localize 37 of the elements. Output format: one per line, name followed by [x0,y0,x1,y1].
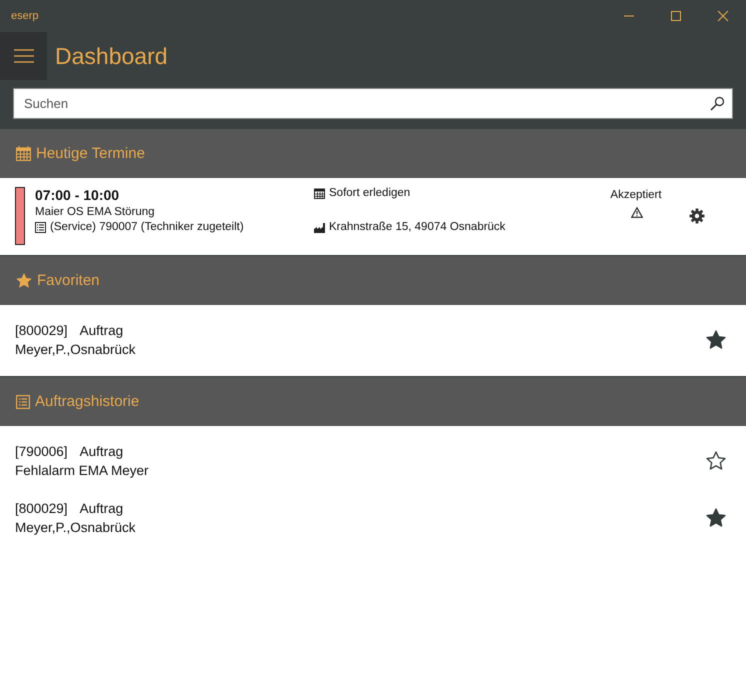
section-title: Heutige Termine [36,145,145,162]
maximize-icon [670,10,682,22]
search-field[interactable]: Suchen [13,88,733,119]
section-title: Auftragshistorie [35,393,140,410]
menu-button[interactable] [0,32,47,80]
calendar-icon [314,188,325,198]
order-name: Meyer,P.,Osnabrück [15,520,136,534]
star-icon [16,273,32,288]
filled-star-button[interactable] [706,330,726,349]
appointment-time: 07:00 - 10:00 [35,187,120,203]
list-icon [35,222,46,232]
priority-text: Sofort erledigen [329,187,410,199]
gear-icon [689,208,705,224]
order-info: (Service) 790007 (Techniker zugeteilt) [50,221,244,233]
order-number: [800029] [15,500,68,516]
order-name: Fehlalarm EMA Meyer [15,462,149,478]
menu-icon [14,49,34,63]
close-icon [716,10,728,22]
address-text: Krahnstraße 15, 49074 Osnabrück [329,221,506,233]
calendar-icon [16,146,31,161]
order-type: Auftrag [80,444,124,458]
order-number: [800029] [15,322,68,338]
window-title: eserp [11,10,39,22]
factory-icon [314,222,325,232]
page-title: Dashboard [55,42,168,70]
order-type: Auftrag [80,322,124,338]
status-text: Akzeptiert [610,189,662,201]
search-icon[interactable] [710,96,725,111]
section-title: Favoriten [37,272,100,289]
order-name: Meyer,P.,Osnabrück [15,342,136,356]
settings-button[interactable] [689,208,705,224]
order-number: [790006] [15,444,68,458]
appointment-title: Maier OS EMA Störung [35,206,156,218]
list-icon [16,394,30,408]
order-type: Auftrag [80,500,124,516]
outline-star-button[interactable] [706,451,726,470]
filled-star-button[interactable] [706,508,726,527]
